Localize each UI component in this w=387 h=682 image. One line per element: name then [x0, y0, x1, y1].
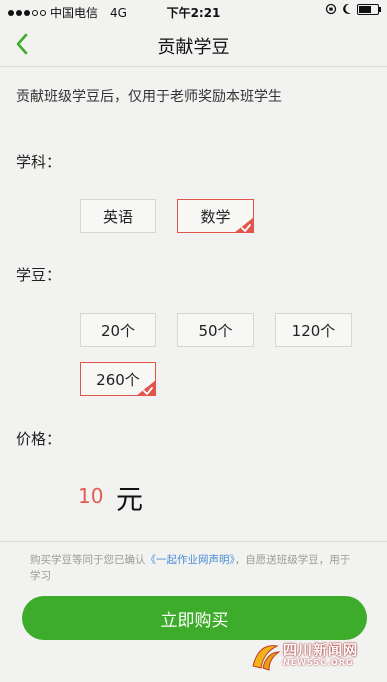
subject-label: 学科：	[16, 153, 62, 171]
disclaimer-text: 购买学豆等同于您已确认《一起作业网声明》，自愿送班级学豆，用于学习	[30, 552, 360, 584]
statement-link[interactable]: 《一起作业网声明》	[146, 554, 235, 566]
option-label: 20个	[100, 321, 136, 340]
nav-bar: 贡献学豆	[0, 22, 387, 67]
beans-option-50[interactable]: 50个	[177, 313, 254, 347]
status-bar: 中国电信 4G 下午2:21	[0, 0, 387, 22]
price-value: 10	[78, 484, 104, 508]
price-label: 价格：	[16, 430, 62, 448]
battery-icon	[357, 3, 381, 15]
beans-option-120[interactable]: 120个	[275, 313, 352, 347]
watermark-logo-icon	[252, 645, 281, 671]
price-unit: 元	[116, 485, 143, 516]
status-right	[325, 3, 381, 15]
beans-option-20[interactable]: 20个	[80, 313, 156, 347]
divider	[0, 541, 387, 542]
option-label: 260个	[96, 370, 140, 389]
buy-now-button[interactable]: 立即购买	[22, 596, 367, 640]
rotation-lock-icon	[325, 3, 337, 15]
option-label: 数学	[200, 207, 231, 226]
selected-check-icon	[136, 380, 156, 396]
selected-check-icon	[234, 217, 254, 233]
option-label: 120个	[291, 321, 336, 340]
buy-now-label: 立即购买	[160, 610, 229, 631]
option-label: 50个	[198, 321, 233, 340]
watermark-subtext: NEWSSC.ORG	[283, 658, 354, 667]
subject-option-english[interactable]: 英语	[80, 199, 156, 233]
moon-icon	[343, 3, 351, 14]
subject-option-math[interactable]: 数学	[177, 199, 254, 233]
screen: 中国电信 4G 下午2:21 贡献学豆 贡献班级学豆后，仅用于老师奖励本班学生 …	[0, 0, 387, 682]
beans-label: 学豆：	[16, 266, 62, 284]
option-label: 英语	[102, 207, 133, 226]
page-title: 贡献学豆	[157, 37, 230, 58]
disclaimer-prefix: 购买学豆等同于您已确认	[30, 554, 146, 566]
beans-option-260[interactable]: 260个	[80, 362, 156, 396]
news-watermark: 四川新闻网 NEWSSC.ORG	[249, 638, 377, 674]
watermark-text: 四川新闻网	[283, 643, 358, 659]
notice-text: 贡献班级学豆后，仅用于老师奖励本班学生	[16, 89, 282, 105]
